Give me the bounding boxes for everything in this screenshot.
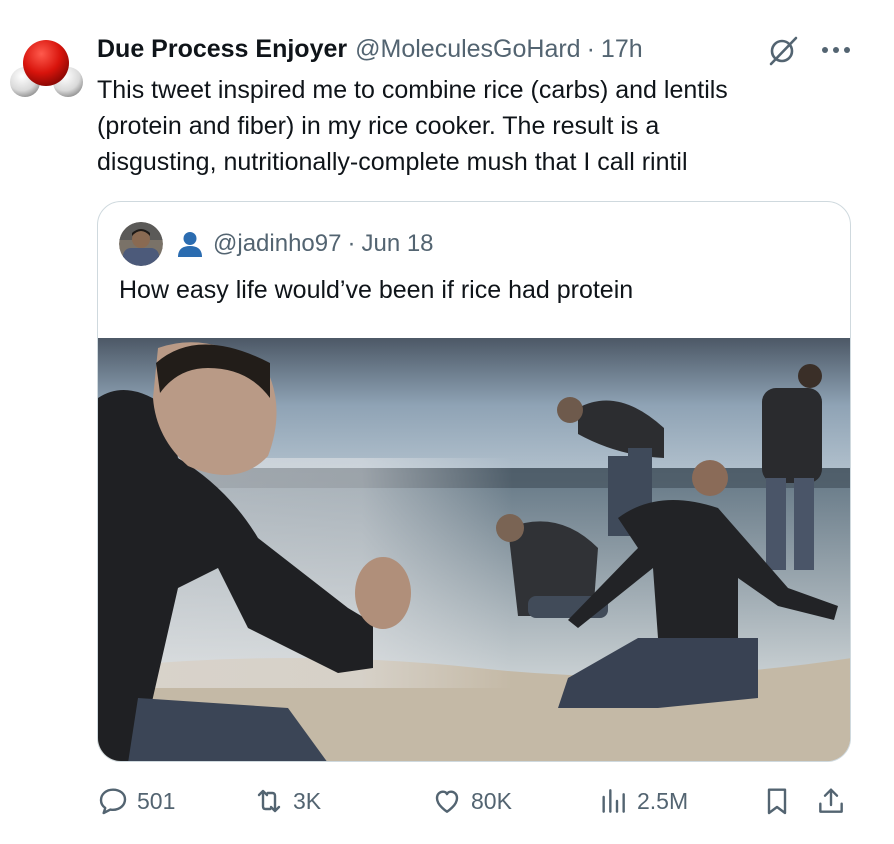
quoted-tweet-header: @jadinho97 · Jun 18 (119, 222, 434, 266)
views-button[interactable]: 2.5M (597, 780, 688, 822)
tweet-header: Due Process Enjoyer @MoleculesGoHard · 1… (97, 30, 643, 68)
tweet-text-line: This tweet inspired me to combine rice (… (97, 76, 728, 104)
tweet-actions: 501 3K 80K 2.5M (97, 780, 857, 822)
quoted-handle[interactable]: @jadinho97 (213, 230, 341, 258)
author-handle[interactable]: @MoleculesGoHard (355, 35, 580, 64)
tweet-text-line: (protein and fiber) in my rice cooker. T… (97, 112, 660, 140)
like-button[interactable]: 80K (431, 780, 512, 822)
repost-button[interactable]: 3K (253, 780, 321, 822)
quoted-tweet[interactable]: @jadinho97 · Jun 18 How easy life would’… (97, 201, 851, 762)
more-dots-icon[interactable] (818, 36, 854, 64)
quoted-date[interactable]: Jun 18 (361, 230, 433, 258)
beach-sand-meme-photo[interactable] (98, 338, 851, 762)
tweet-text: This tweet inspired me to combine rice (… (97, 72, 857, 180)
reply-count: 501 (137, 787, 176, 814)
views-chart-icon (602, 789, 625, 813)
tweet[interactable]: Due Process Enjoyer @MoleculesGoHard · 1… (0, 0, 894, 844)
reply-button[interactable]: 501 (97, 780, 175, 822)
views-count: 2.5M (637, 787, 689, 814)
quoted-text: How easy life would’ve been if rice had … (119, 276, 634, 304)
person-icon (178, 232, 202, 257)
author-name[interactable]: Due Process Enjoyer (97, 35, 347, 64)
slashed-circle-icon[interactable] (766, 36, 800, 66)
bookmark-icon[interactable] (761, 785, 793, 817)
heart-icon (435, 790, 459, 813)
repost-icon (257, 789, 281, 813)
reply-icon (99, 788, 127, 815)
tweet-text-line: disgusting, nutritionally-complete mush … (97, 148, 688, 176)
water-molecule-avatar[interactable] (8, 36, 84, 104)
tweet-time[interactable]: 17h (601, 35, 643, 64)
like-count: 80K (471, 787, 512, 814)
quoted-avatar[interactable] (119, 222, 163, 266)
repost-count: 3K (293, 787, 322, 814)
share-icon[interactable] (815, 785, 847, 817)
separator: · (347, 230, 356, 257)
separator: · (586, 34, 595, 63)
